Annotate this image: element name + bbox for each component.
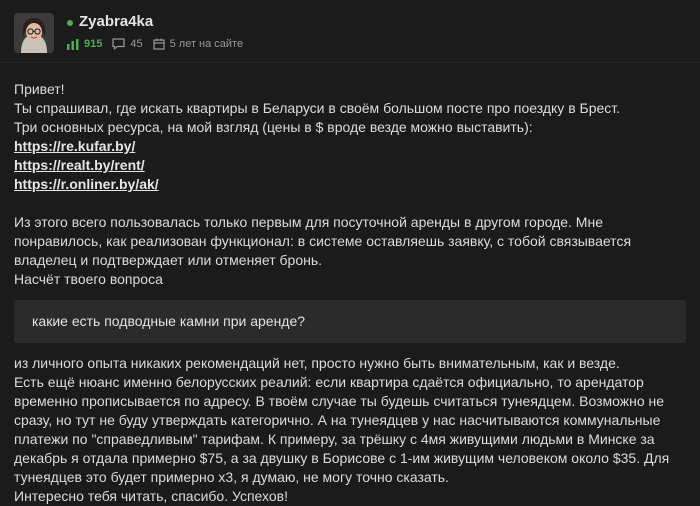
- author-tenure: 5 лет на сайте: [153, 38, 243, 50]
- avatar-image: [14, 13, 54, 53]
- online-status-indicator: [67, 20, 73, 26]
- calendar-icon: [153, 38, 165, 50]
- closing-line: Интересно тебя читать, спасибо. Успехов!: [14, 488, 288, 504]
- author-comments-count: 45: [112, 38, 143, 50]
- text-line: Насчёт твоего вопроса: [14, 271, 163, 287]
- author-stats: 915 45 5 лет на сайте: [67, 37, 253, 51]
- greeting-line: Привет!: [14, 81, 65, 97]
- comment-icon: [112, 38, 125, 50]
- comment-header: Zyabra4ka 915 45 5 лет на сайте: [0, 0, 700, 62]
- text-paragraph: Из этого всего пользовалась только первы…: [14, 214, 632, 268]
- comment-body: Привет! Ты спрашивал, где искать квартир…: [14, 80, 686, 506]
- text-paragraph: Есть ещё нюанс именно белорусских реалий…: [14, 374, 670, 485]
- link-onliner[interactable]: https://r.onliner.by/ak/: [14, 175, 686, 194]
- rating-value: 915: [84, 38, 103, 50]
- tenure-value: 5 лет на сайте: [169, 38, 244, 50]
- link-kufar[interactable]: https://re.kufar.by/: [14, 137, 686, 156]
- text-line: из личного опыта никаких рекомендаций не…: [14, 355, 620, 371]
- link-realt[interactable]: https://realt.by/rent/: [14, 156, 686, 175]
- comments-value: 45: [130, 38, 143, 50]
- header-divider: [0, 62, 700, 63]
- text-line: Ты спрашивал, где искать квартиры в Бела…: [14, 100, 621, 116]
- author-username[interactable]: Zyabra4ka: [79, 13, 153, 30]
- text-line: Три основных ресурса, на мой взгляд (цен…: [14, 119, 533, 135]
- author-rating: 915: [67, 38, 102, 50]
- avatar[interactable]: [14, 13, 54, 53]
- rating-chart-icon: [67, 38, 79, 50]
- blockquote: какие есть подводные камни при аренде?: [14, 300, 686, 343]
